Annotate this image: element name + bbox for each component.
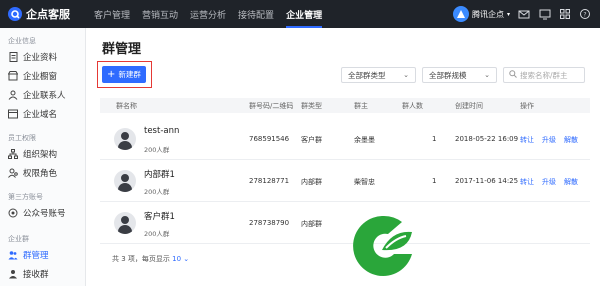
group-name[interactable]: test-ann (144, 126, 179, 136)
group-name[interactable]: 客户群1 (144, 210, 175, 222)
chevron-down-icon: ⌄ (403, 71, 409, 79)
mail-icon[interactable] (518, 8, 530, 20)
col-group-name: 群名称 (116, 102, 137, 110)
search-input[interactable]: 搜索名称/群主 (503, 67, 585, 83)
sidebar-item-enterprise-showcase[interactable]: 企业橱窗 (8, 68, 84, 84)
shop-icon (8, 71, 18, 81)
nav-customer-management[interactable]: 客户管理 (88, 0, 136, 28)
group-avatar (114, 212, 136, 234)
sidebar-group-third-party: 第三方账号 (8, 193, 43, 201)
plus-icon: + (107, 68, 116, 80)
account-menu[interactable]: 腾讯企点 ▾ (453, 6, 510, 22)
group-number: 768591546 (249, 135, 290, 143)
domain-icon (8, 109, 18, 119)
receive-group-icon (8, 269, 18, 279)
group-avatar (114, 128, 136, 150)
top-nav: 客户管理 营销互动 运营分析 接待配置 企业管理 (88, 0, 328, 28)
monitor-icon[interactable] (539, 8, 551, 20)
search-icon (509, 70, 517, 80)
group-type: 内部群 (301, 220, 322, 228)
group-owner: 余墨墨 (354, 136, 375, 144)
highlight-box: + 新建群 (97, 61, 152, 88)
sidebar-item-official-account[interactable]: 公众号账号 (8, 205, 84, 221)
new-group-button[interactable]: + 新建群 (102, 66, 146, 83)
nav-marketing-interaction[interactable]: 营销互动 (136, 0, 184, 28)
nav-operation-analysis[interactable]: 运营分析 (184, 0, 232, 28)
pagination-total: 共 3 项，每页显示 (112, 255, 170, 263)
grid-icon[interactable] (559, 8, 571, 20)
chevron-down-icon: ⌄ (484, 71, 490, 79)
sidebar-group-enterprise-info: 企业信息 (8, 37, 36, 45)
top-bar: 企点客服 客户管理 营销互动 运营分析 接待配置 企业管理 腾讯企点 ▾ ? (0, 0, 600, 28)
watermark-logo-icon (353, 215, 412, 276)
group-capacity: 200人群 (144, 146, 170, 154)
table-row: 内部群1 200人群 278128771 内部群 柴智忠 1 2017-11-0… (100, 160, 590, 202)
transfer-link[interactable]: 转让 (520, 177, 534, 187)
group-type: 内部群 (301, 178, 322, 186)
pagination: 共 3 项，每页显示 10 ⌄ (112, 254, 189, 264)
col-group-number: 群号码/二维码 (249, 102, 294, 110)
col-actions: 操作 (520, 102, 534, 110)
group-number: 278128771 (249, 177, 290, 185)
sidebar-item-enterprise-domain[interactable]: 企业域名 (8, 106, 84, 122)
table-header: 群名称 群号码/二维码 群类型 群主 群人数 创建时间 操作 (100, 98, 590, 113)
dissolve-link[interactable]: 解散 (564, 135, 578, 145)
sidebar-item-group-management[interactable]: 群管理 (8, 247, 84, 263)
group-type-select[interactable]: 全部群类型 ⌄ (341, 67, 416, 83)
document-icon (8, 52, 18, 62)
dissolve-link[interactable]: 解散 (564, 177, 578, 187)
table-row: test-ann 200人群 768591546 客户群 余墨墨 1 2018-… (100, 118, 590, 160)
table-row: 客户群1 200人群 278738790 内部群 (100, 202, 590, 244)
app-name: 企点客服 (26, 8, 70, 21)
upgrade-link[interactable]: 升级 (542, 177, 556, 187)
app-logo[interactable]: 企点客服 (8, 6, 70, 22)
page-size-select[interactable]: 10 ⌄ (172, 255, 189, 263)
sidebar-item-permission-roles[interactable]: 权限角色 (8, 165, 84, 181)
chevron-down-icon: ⌄ (183, 255, 190, 263)
upgrade-link[interactable]: 升级 (542, 135, 556, 145)
sidebar-group-staff-permissions: 员工权限 (8, 134, 36, 142)
sidebar-item-receive-group[interactable]: 接收群 (8, 266, 84, 282)
nav-reception-config[interactable]: 接待配置 (232, 0, 280, 28)
svg-text:?: ? (583, 12, 586, 19)
col-group-owner: 群主 (354, 102, 368, 110)
group-avatar (114, 170, 136, 192)
role-icon (8, 168, 18, 178)
sidebar-item-enterprise-contacts[interactable]: 企业联系人 (8, 87, 84, 103)
sidebar-item-enterprise-profile[interactable]: 企业资料 (8, 49, 84, 65)
col-member-count: 群人数 (402, 102, 423, 110)
help-icon[interactable]: ? (579, 8, 591, 20)
sidebar: 企业信息 企业资料 企业橱窗 企业联系人 企业域名 员工权限 组织架构 权限角色… (0, 28, 86, 286)
group-number: 278738790 (249, 219, 290, 227)
contacts-icon (8, 90, 18, 100)
account-name: 腾讯企点 (472, 9, 504, 19)
chevron-down-icon: ▾ (507, 10, 511, 18)
group-capacity: 200人群 (144, 188, 170, 196)
member-count: 1 (432, 135, 437, 143)
col-created-time: 创建时间 (455, 102, 483, 110)
transfer-link[interactable]: 转让 (520, 135, 534, 145)
nav-enterprise-management[interactable]: 企业管理 (280, 0, 328, 28)
group-size-select[interactable]: 全部群规模 ⌄ (422, 67, 497, 83)
group-icon (8, 250, 18, 260)
group-capacity: 200人群 (144, 230, 170, 238)
group-type: 客户群 (301, 136, 322, 144)
col-group-type: 群类型 (301, 102, 322, 110)
account-avatar (453, 6, 469, 22)
member-count: 1 (432, 177, 437, 185)
sidebar-item-org-structure[interactable]: 组织架构 (8, 146, 84, 162)
created-time: 2018-05-22 16:09 (455, 135, 519, 143)
page-title: 群管理 (102, 42, 142, 57)
created-time: 2017-11-06 14:25 (455, 177, 519, 185)
logo-icon (8, 7, 22, 21)
group-owner: 柴智忠 (354, 178, 375, 186)
official-account-icon (8, 208, 18, 218)
group-name[interactable]: 内部群1 (144, 168, 175, 180)
sidebar-group-enterprise-groups: 企业群 (8, 235, 29, 243)
org-chart-icon (8, 149, 18, 159)
